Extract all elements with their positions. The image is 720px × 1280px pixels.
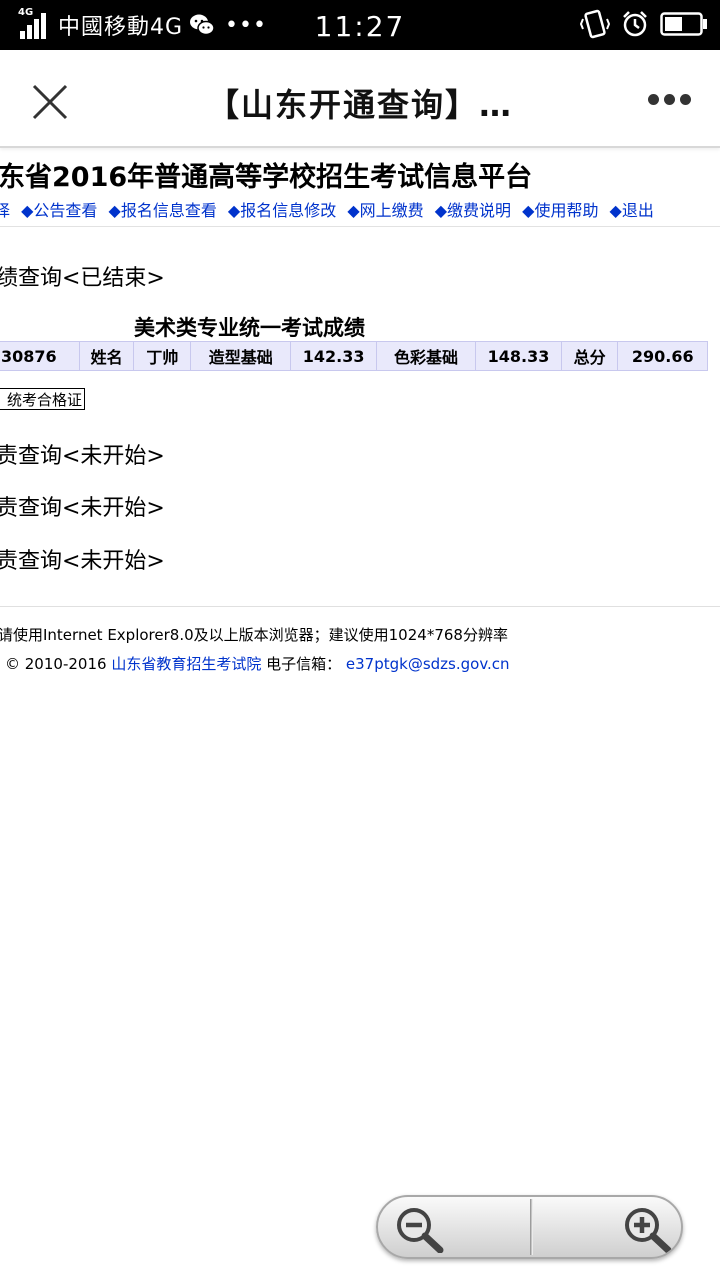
subject2-score-cell: 148.33 xyxy=(475,341,562,371)
subject1-label-cell: 造型基础 xyxy=(190,341,292,371)
nav-item-view-registration[interactable]: ◆报名信息查看 xyxy=(109,201,217,220)
divider xyxy=(0,606,720,607)
alarm-icon xyxy=(623,11,647,37)
vibrate-icon xyxy=(580,9,610,39)
web-content: 东省2016年普通高等学校招生考试信息平台 择 ◆公告查看 ◆报名信息查看 ◆报… xyxy=(0,148,720,1280)
exam-number-cell: 30876 xyxy=(0,341,80,371)
more-icon[interactable] xyxy=(648,88,692,110)
nav-item-edit-registration[interactable]: ◆报名信息修改 xyxy=(228,201,336,220)
score-caption: 美术类专业统一考试成绩 xyxy=(134,316,365,340)
email-label: 电子信箱： xyxy=(266,655,342,673)
name-label-cell: 姓名 xyxy=(78,341,135,371)
email-link[interactable]: e37ptgk@sdzs.gov.cn xyxy=(346,655,510,673)
score-table: 30876 姓名 丁帅 造型基础 142.33 色彩基础 148.33 总分 2… xyxy=(0,341,708,371)
status-bar: 4G 中國移動4G ••• 11:27 xyxy=(0,0,720,50)
copyright-text: © 2010-2016 xyxy=(5,655,107,673)
status-right xyxy=(580,9,708,39)
battery-icon xyxy=(660,12,707,36)
footer-copyright: © 2010-2016 山东省教育招生考试院 电子信箱： e37ptgk@sdz… xyxy=(5,653,510,674)
section-title-score-query-4: 责查询<未开始> xyxy=(0,549,165,574)
section-title-score-query-2: 责查询<未开始> xyxy=(0,444,165,469)
table-row: 30876 姓名 丁帅 造型基础 142.33 色彩基础 148.33 总分 2… xyxy=(0,341,708,371)
name-value-cell: 丁帅 xyxy=(133,341,192,371)
nav-item-announcements[interactable]: ◆公告查看 xyxy=(21,201,97,220)
section-title-score-query-ended: 绩查询<已结束> xyxy=(0,266,165,291)
divider xyxy=(0,226,720,227)
zoom-control xyxy=(376,1195,683,1259)
org-link[interactable]: 山东省教育招生考试院 xyxy=(111,655,261,673)
subject2-label-cell: 色彩基础 xyxy=(375,341,477,371)
nav-item-help[interactable]: ◆使用帮助 xyxy=(522,201,598,220)
nav-item-logout[interactable]: ◆退出 xyxy=(610,201,654,220)
total-score-cell: 290.66 xyxy=(617,341,708,371)
site-title: 东省2016年普通高等学校招生考试信息平台 xyxy=(0,162,533,193)
zoom-in-button[interactable] xyxy=(530,1197,682,1257)
zoom-out-icon xyxy=(397,1208,444,1253)
subject1-score-cell: 142.33 xyxy=(290,341,377,371)
total-label-cell: 总分 xyxy=(560,341,619,371)
title-bar: 【山东开通查询】… xyxy=(0,50,720,148)
browser-notice: 请使用Internet Explorer8.0及以上版本浏览器；建议使用1024… xyxy=(0,626,508,644)
nav-bar: 择 ◆公告查看 ◆报名信息查看 ◆报名信息修改 ◆网上缴费 ◆缴费说明 ◆使用帮… xyxy=(0,197,660,221)
nav-item-partial[interactable]: 择 xyxy=(0,201,10,220)
certificate-button[interactable]: 统考合格证 xyxy=(0,388,85,410)
section-title-score-query-3: 责查询<未开始> xyxy=(0,496,165,521)
page-title: 【山东开通查询】… xyxy=(206,86,513,124)
zoom-out-button[interactable] xyxy=(378,1197,530,1257)
nav-item-payment-info[interactable]: ◆缴费说明 xyxy=(435,201,511,220)
zoom-in-icon xyxy=(624,1208,671,1253)
nav-item-online-payment[interactable]: ◆网上缴费 xyxy=(347,201,423,220)
